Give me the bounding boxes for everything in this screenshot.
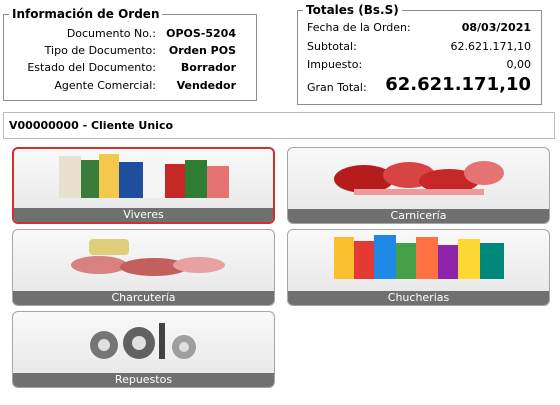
snacks-image bbox=[333, 235, 504, 279]
meat-image bbox=[333, 161, 504, 195]
subtotal-value: 62.621.171,10 bbox=[450, 40, 531, 53]
category-chucherias-button[interactable]: Chucherias bbox=[287, 229, 550, 306]
category-charcuteria-label: Charcutería bbox=[13, 291, 274, 305]
category-carniceria-button[interactable]: Carnicería bbox=[287, 147, 550, 224]
category-repuestos-button[interactable]: Repuestos bbox=[12, 311, 275, 388]
totals-title: Totales (Bs.S) bbox=[303, 2, 402, 18]
category-viveres-label: Viveres bbox=[14, 208, 273, 222]
totals-panel: Totales (Bs.S) Fecha de la Orden: 08/03/… bbox=[297, 2, 542, 105]
sales-agent-value: Vendedor bbox=[176, 79, 236, 92]
order-date-label: Fecha de la Orden: bbox=[307, 21, 411, 34]
client-bar[interactable]: V00000000 - Cliente Unico bbox=[3, 112, 555, 139]
doc-number-value: OPOS-5204 bbox=[166, 27, 236, 40]
subtotal-label: Subtotal: bbox=[307, 40, 357, 53]
doc-status-label: Estado del Documento: bbox=[27, 61, 156, 74]
doc-type-value: Orden POS bbox=[168, 44, 236, 57]
category-viveres-button[interactable]: Viveres bbox=[12, 147, 275, 224]
grand-total-label: Gran Total: bbox=[307, 81, 367, 94]
doc-status-row: Estado del Documento: Borrador bbox=[4, 59, 256, 77]
doc-type-row: Tipo de Documento: Orden POS bbox=[4, 42, 256, 60]
doc-type-label: Tipo de Documento: bbox=[44, 44, 156, 57]
category-repuestos-label: Repuestos bbox=[13, 373, 274, 387]
tax-value: 0,00 bbox=[506, 58, 532, 71]
sales-agent-label: Agente Comercial: bbox=[54, 79, 156, 92]
doc-status-value: Borrador bbox=[180, 61, 236, 74]
doc-number-label: Documento No.: bbox=[66, 27, 156, 40]
doc-number-row: Documento No.: OPOS-5204 bbox=[4, 25, 256, 43]
category-charcuteria-button[interactable]: Charcutería bbox=[12, 229, 275, 306]
category-chucherias-label: Chucherias bbox=[288, 291, 549, 305]
order-date-value: 08/03/2021 bbox=[461, 21, 531, 34]
sales-agent-row: Agente Comercial: Vendedor bbox=[4, 77, 256, 95]
order-info-panel: Información de Orden Documento No.: OPOS… bbox=[3, 6, 257, 101]
grand-total-value: 62.621.171,10 bbox=[385, 74, 531, 95]
tax-label: Impuesto: bbox=[307, 58, 363, 71]
deli-image bbox=[70, 239, 225, 276]
groceries-image bbox=[58, 154, 229, 198]
auto-parts-image bbox=[89, 323, 196, 359]
client-name: V00000000 - Cliente Unico bbox=[9, 119, 174, 132]
order-info-title: Información de Orden bbox=[9, 6, 163, 22]
category-carniceria-label: Carnicería bbox=[288, 209, 549, 223]
